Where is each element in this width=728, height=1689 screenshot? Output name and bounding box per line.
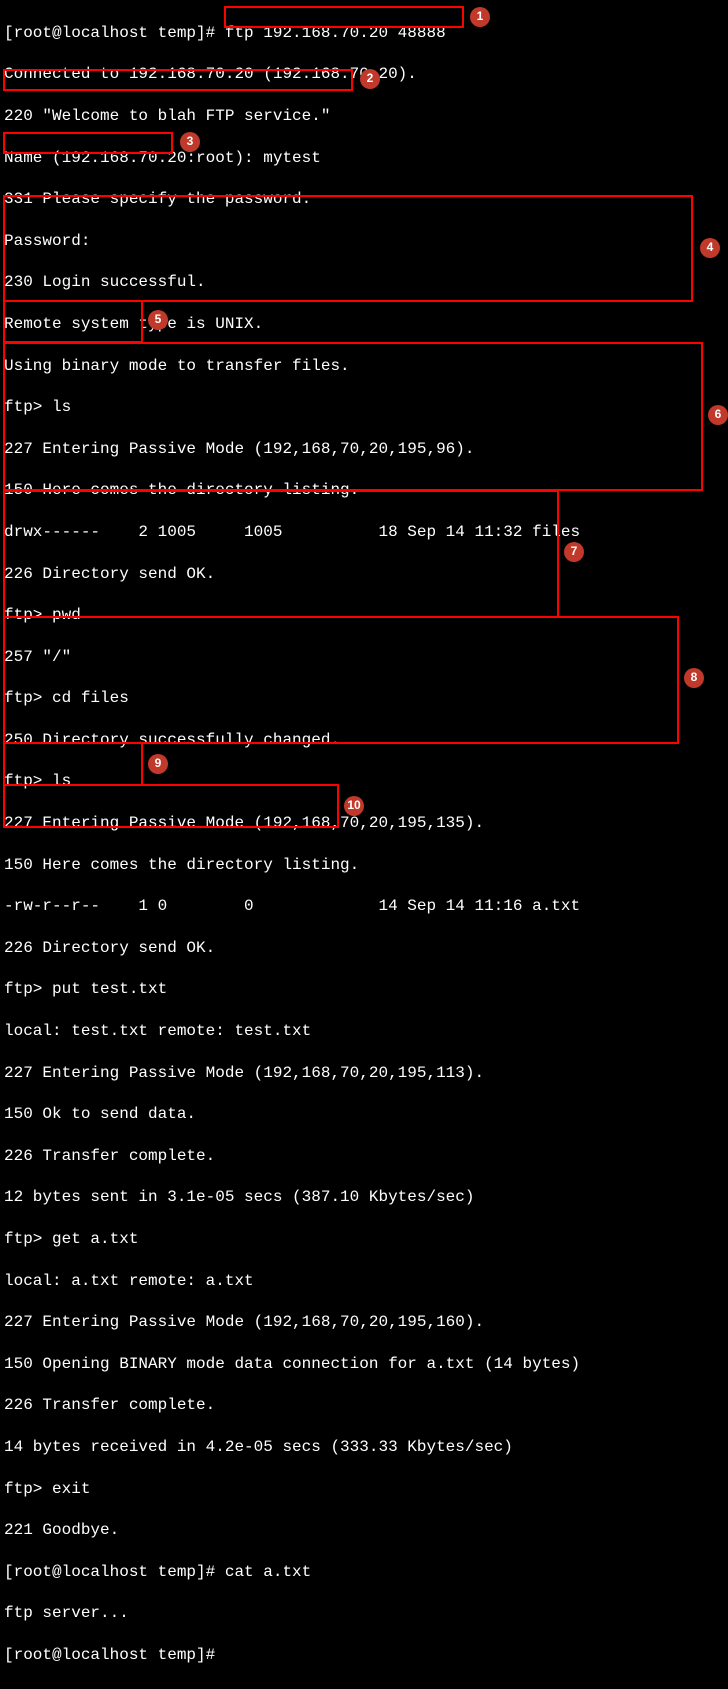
cmd-ls[interactable]: ftp> ls bbox=[4, 397, 724, 418]
out-150-4: 150 Opening BINARY mode data connection … bbox=[4, 1354, 724, 1375]
cmd-pwd[interactable]: ftp> pwd bbox=[4, 605, 724, 626]
out-221: 221 Goodbye. bbox=[4, 1520, 724, 1541]
out-227-2: 227 Entering Passive Mode (192,168,70,20… bbox=[4, 813, 724, 834]
out-227-3: 227 Entering Passive Mode (192,168,70,20… bbox=[4, 1063, 724, 1084]
cmd-ls2[interactable]: ftp> ls bbox=[4, 771, 724, 792]
out-257: 257 "/" bbox=[4, 647, 724, 668]
out-150-2: 150 Here comes the directory listing. bbox=[4, 855, 724, 876]
out-binary: Using binary mode to transfer files. bbox=[4, 356, 724, 377]
out-227-1: 227 Entering Passive Mode (192,168,70,20… bbox=[4, 439, 724, 460]
cmd-cd[interactable]: ftp> cd files bbox=[4, 688, 724, 709]
out-227-4: 227 Entering Passive Mode (192,168,70,20… bbox=[4, 1312, 724, 1333]
out-250: 250 Directory successfully changed. bbox=[4, 730, 724, 751]
out-150-1: 150 Here comes the directory listing. bbox=[4, 480, 724, 501]
out-file: ftp server... bbox=[4, 1603, 724, 1624]
out-226-4: 226 Transfer complete. bbox=[4, 1395, 724, 1416]
cmd-exit[interactable]: ftp> exit bbox=[4, 1479, 724, 1500]
out-sent: 12 bytes sent in 3.1e-05 secs (387.10 Kb… bbox=[4, 1187, 724, 1208]
out-226-2: 226 Directory send OK. bbox=[4, 938, 724, 959]
out-connected: Connected to 192.168.70.20 (192.168.70.2… bbox=[4, 64, 724, 85]
name-prompt: Name (192.168.70.20:root): bbox=[4, 149, 263, 167]
cmd-cat[interactable]: cat a.txt bbox=[225, 1563, 311, 1581]
out-331: 331 Please specify the password. bbox=[4, 189, 724, 210]
out-local-1: local: test.txt remote: test.txt bbox=[4, 1021, 724, 1042]
password-prompt[interactable]: Password: bbox=[4, 231, 724, 252]
out-230: 230 Login successful. bbox=[4, 272, 724, 293]
out-system: Remote system type is UNIX. bbox=[4, 314, 724, 335]
out-dirlist-1: drwx------ 2 1005 1005 18 Sep 14 11:32 f… bbox=[4, 522, 724, 543]
prompt: [root@localhost temp]# bbox=[4, 24, 215, 42]
out-150-3: 150 Ok to send data. bbox=[4, 1104, 724, 1125]
out-dirlist-2: -rw-r--r-- 1 0 0 14 Sep 14 11:16 a.txt bbox=[4, 896, 724, 917]
cmd-ftp: ftp 192.168.70.20 48888 bbox=[225, 24, 446, 42]
cmd-get[interactable]: ftp> get a.txt bbox=[4, 1229, 724, 1250]
out-226-3: 226 Transfer complete. bbox=[4, 1146, 724, 1167]
prompt-2: [root@localhost temp]# bbox=[4, 1563, 225, 1581]
terminal-output: [root@localhost temp]# ftp 192.168.70.20… bbox=[0, 0, 728, 1689]
cmd-put[interactable]: ftp> put test.txt bbox=[4, 979, 724, 1000]
out-welcome: 220 "Welcome to blah FTP service." bbox=[4, 106, 724, 127]
out-226-1: 226 Directory send OK. bbox=[4, 564, 724, 585]
name-input[interactable]: mytest bbox=[263, 149, 321, 167]
out-local-2: local: a.txt remote: a.txt bbox=[4, 1271, 724, 1292]
prompt-3: [root@localhost temp]# bbox=[4, 1645, 724, 1666]
out-recv: 14 bytes received in 4.2e-05 secs (333.3… bbox=[4, 1437, 724, 1458]
